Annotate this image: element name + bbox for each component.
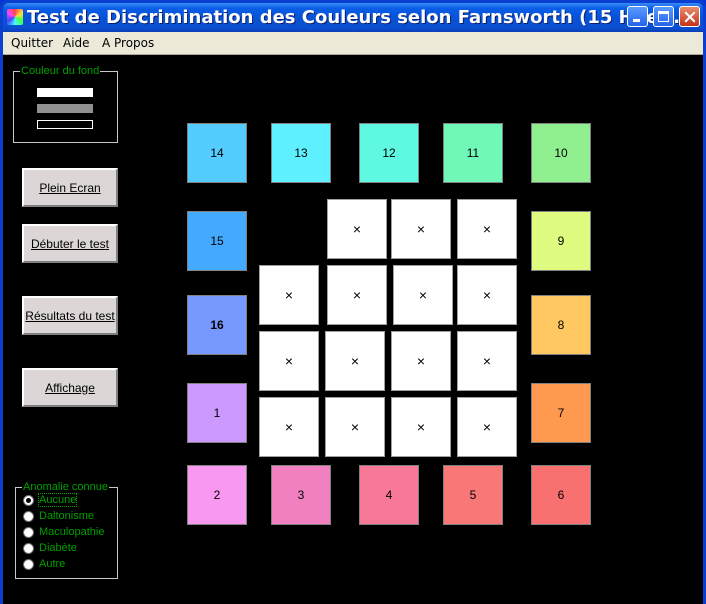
color-cap-13[interactable]: 13 [271,123,331,183]
placement-slot[interactable]: × [391,331,451,391]
start-test-button[interactable]: Débuter le test [22,224,118,263]
title-bar[interactable]: Test de Discrimination des Couleurs selo… [3,3,703,32]
background-white-option[interactable] [37,88,93,97]
placement-slot[interactable]: × [325,331,385,391]
placement-slot[interactable]: × [327,199,387,259]
color-cap-10[interactable]: 10 [531,123,591,183]
placement-slot[interactable]: × [457,265,517,325]
background-color-label: Couleur du fond [20,65,101,77]
anomaly-autre-radio[interactable] [23,559,34,570]
color-cap-3[interactable]: 3 [271,465,331,525]
color-cap-6[interactable]: 6 [531,465,591,525]
display-button[interactable]: Affichage [22,368,118,407]
placement-slot[interactable]: × [391,199,451,259]
color-cap-16[interactable]: 16 [187,295,247,355]
known-anomaly-label: Anomalie connue [22,481,110,493]
anomaly-aucune-label[interactable]: Aucune [37,493,78,507]
color-wheel-app-icon[interactable] [7,9,23,25]
anomaly-aucune-radio[interactable] [23,495,34,506]
color-cap-9[interactable]: 9 [531,211,591,271]
menu-a-propos[interactable]: A Propos [102,36,154,50]
placement-slot[interactable]: × [259,397,319,457]
anomaly-daltonisme-label[interactable]: Daltonisme [39,510,94,522]
placement-slot[interactable]: × [327,265,387,325]
anomaly-diabete-label[interactable]: Diabète [39,542,77,554]
color-cap-8[interactable]: 8 [531,295,591,355]
window-title: Test de Discrimination des Couleurs selo… [27,7,694,28]
menu-bar: Quitter Aide A Propos [3,32,703,55]
color-cap-5[interactable]: 5 [443,465,503,525]
placement-slot[interactable]: × [325,397,385,457]
background-color-group: Couleur du fond [13,65,118,143]
color-cap-4[interactable]: 4 [359,465,419,525]
color-cap-1[interactable]: 1 [187,383,247,443]
anomaly-autre-label[interactable]: Autre [39,558,65,570]
menu-aide[interactable]: Aide [63,36,90,50]
color-cap-15[interactable]: 15 [187,211,247,271]
placement-slot[interactable]: × [457,199,517,259]
maximize-icon[interactable] [653,6,674,27]
anomaly-diabete-radio[interactable] [23,543,34,554]
color-cap-11[interactable]: 11 [443,123,503,183]
test-results-button[interactable]: Résultats du test [22,296,118,335]
menu-quitter[interactable]: Quitter [11,36,53,50]
app-window: Test de Discrimination des Couleurs selo… [0,0,706,604]
background-black-option[interactable] [37,120,93,129]
placement-slot[interactable]: × [457,331,517,391]
placement-slot[interactable]: × [393,265,453,325]
anomaly-maculopathie-radio[interactable] [23,527,34,538]
fullscreen-button[interactable]: Plein Ecran [22,168,118,207]
anomaly-daltonisme-radio[interactable] [23,511,34,522]
placement-slot[interactable]: × [259,265,319,325]
test-area: Couleur du fond Plein Ecran Débuter le t… [3,55,703,604]
close-icon[interactable] [679,6,700,27]
placement-slot[interactable]: × [259,331,319,391]
placement-slot[interactable]: × [391,397,451,457]
color-cap-2[interactable]: 2 [187,465,247,525]
placement-slot[interactable]: × [457,397,517,457]
anomaly-maculopathie-label[interactable]: Maculopathie [39,526,104,538]
color-cap-7[interactable]: 7 [531,383,591,443]
color-cap-12[interactable]: 12 [359,123,419,183]
background-gray-option[interactable] [37,104,93,113]
color-cap-14[interactable]: 14 [187,123,247,183]
minimize-icon[interactable] [627,6,648,27]
